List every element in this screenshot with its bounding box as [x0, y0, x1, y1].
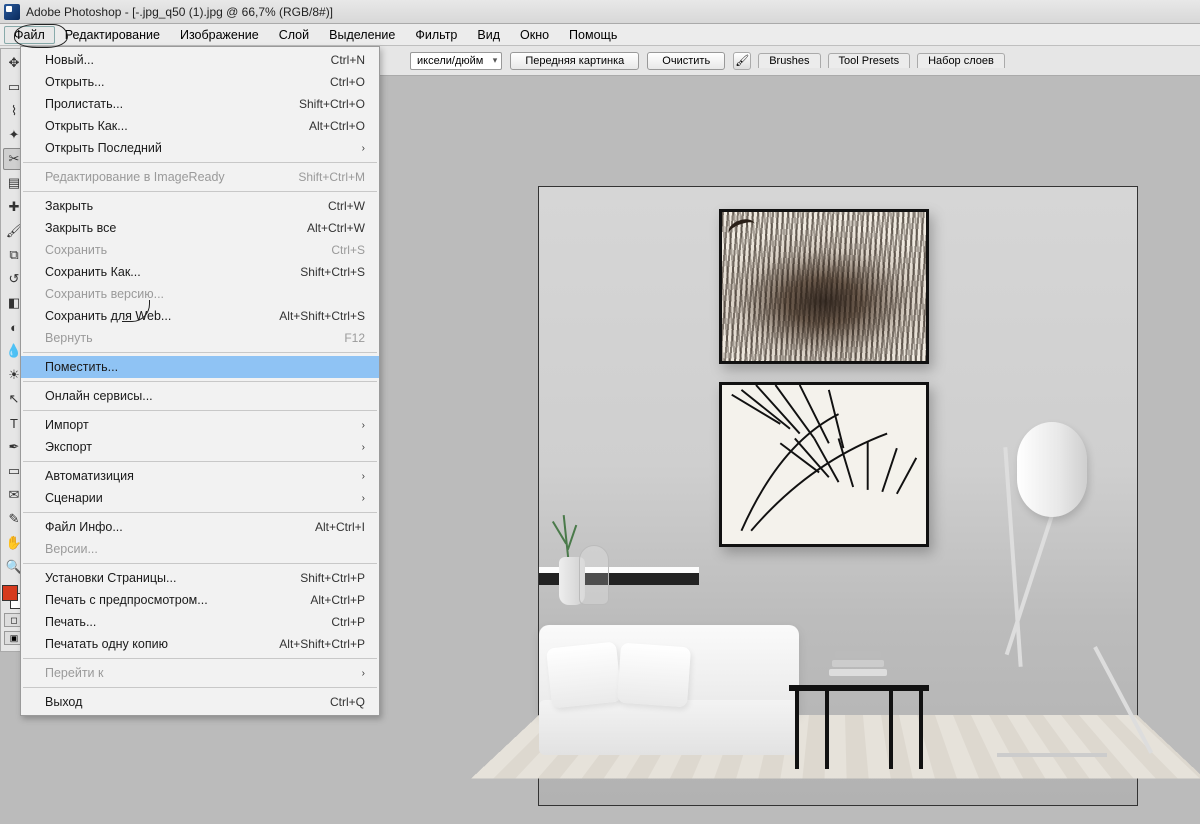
file-menu-dropdown: Новый...Ctrl+N Открыть...Ctrl+O Пролиста… [20, 46, 380, 716]
menu-item-open-recent[interactable]: Открыть Последний› [21, 137, 379, 159]
menu-item-jump-to: Перейти к› [21, 662, 379, 684]
menu-item-import[interactable]: Импорт› [21, 414, 379, 436]
menu-help[interactable]: Помощь [559, 26, 627, 44]
menu-item-save-version: Сохранить версию... [21, 283, 379, 305]
menu-item-save-for-web[interactable]: Сохранить для Web...Alt+Shift+Ctrl+S [21, 305, 379, 327]
menu-item-revert: ВернутьF12 [21, 327, 379, 349]
menu-item-page-setup[interactable]: Установки Страницы...Shift+Ctrl+P [21, 567, 379, 589]
menu-filter[interactable]: Фильтр [405, 26, 467, 44]
menu-item-close-all[interactable]: Закрыть всеAlt+Ctrl+W [21, 217, 379, 239]
menu-layer[interactable]: Слой [269, 26, 319, 44]
clear-button[interactable]: Очистить [647, 52, 725, 70]
wall-frame-bottom [719, 382, 929, 547]
menu-view[interactable]: Вид [467, 26, 510, 44]
menu-item-file-info[interactable]: Файл Инфо...Alt+Ctrl+I [21, 516, 379, 538]
menu-item-versions: Версии... [21, 538, 379, 560]
resolution-unit-combo[interactable]: иксели/дюйм [410, 52, 502, 70]
palette-tab-brushes[interactable]: Brushes [758, 53, 820, 68]
app-icon [4, 4, 20, 20]
menu-item-online-services[interactable]: Онлайн сервисы... [21, 385, 379, 407]
palette-tab-layers[interactable]: Набор слоев [917, 53, 1005, 68]
menu-window[interactable]: Окно [510, 26, 559, 44]
front-image-button[interactable]: Передняя картинка [510, 52, 639, 70]
brush-preset-icon[interactable]: 🖌 [733, 52, 751, 70]
menu-bar: Файл Редактирование Изображение Слой Выд… [0, 24, 1200, 46]
foreground-color-swatch[interactable] [2, 585, 18, 601]
menu-file[interactable]: Файл [4, 26, 55, 44]
menu-item-open-as[interactable]: Открыть Как...Alt+Ctrl+O [21, 115, 379, 137]
palm-leaves-art [722, 385, 926, 544]
stacked-books [829, 651, 887, 685]
sofa [539, 605, 799, 775]
menu-item-edit-imageready: Редактирование в ImageReadyShift+Ctrl+M [21, 166, 379, 188]
menu-item-print-preview[interactable]: Печать с предпросмотром...Alt+Ctrl+P [21, 589, 379, 611]
palette-tab-tool-presets[interactable]: Tool Presets [828, 53, 911, 68]
menu-edit[interactable]: Редактирование [55, 26, 170, 44]
menu-item-place[interactable]: Поместить... [21, 356, 379, 378]
menu-item-exit[interactable]: ВыходCtrl+Q [21, 691, 379, 713]
shelf-vase [551, 515, 593, 605]
menu-item-save: СохранитьCtrl+S [21, 239, 379, 261]
menu-item-export[interactable]: Экспорт› [21, 436, 379, 458]
menu-item-open[interactable]: Открыть...Ctrl+O [21, 71, 379, 93]
side-table [789, 625, 929, 765]
menu-item-new[interactable]: Новый...Ctrl+N [21, 49, 379, 71]
menu-select[interactable]: Выделение [319, 26, 405, 44]
highland-cow-art [722, 212, 926, 361]
menu-item-print-one-copy[interactable]: Печатать одну копиюAlt+Shift+Ctrl+P [21, 633, 379, 655]
menu-item-scripts[interactable]: Сценарии› [21, 487, 379, 509]
document-canvas[interactable] [538, 186, 1138, 806]
title-bar: Adobe Photoshop - [-.jpg_q50 (1).jpg @ 6… [0, 0, 1200, 24]
menu-item-browse[interactable]: Пролистать...Shift+Ctrl+O [21, 93, 379, 115]
menu-item-save-as[interactable]: Сохранить Как...Shift+Ctrl+S [21, 261, 379, 283]
floor-lamp [957, 377, 1097, 757]
wall-frame-top [719, 209, 929, 364]
menu-image[interactable]: Изображение [170, 26, 269, 44]
menu-item-close[interactable]: ЗакрытьCtrl+W [21, 195, 379, 217]
window-title: Adobe Photoshop - [-.jpg_q50 (1).jpg @ 6… [26, 5, 333, 19]
menu-item-print[interactable]: Печать...Ctrl+P [21, 611, 379, 633]
menu-item-automate[interactable]: Автоматизиция› [21, 465, 379, 487]
